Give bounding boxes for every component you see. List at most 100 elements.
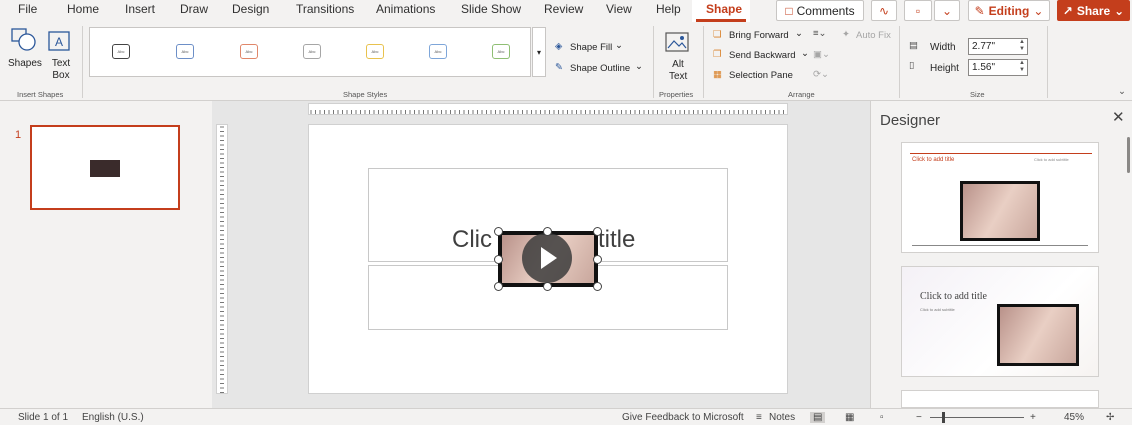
zoom-slider-thumb[interactable] (942, 412, 945, 423)
close-icon[interactable]: ✕ (1112, 108, 1125, 126)
send-backward-label: Send Backward (729, 50, 796, 61)
feedback-link[interactable]: Give Feedback to Microsoft (622, 412, 744, 423)
width-spinner-arrows[interactable]: ▲ ▼ (1019, 39, 1025, 53)
slide-sorter-icon[interactable]: ▦ (845, 412, 854, 423)
slide-count: Slide 1 of 1 (18, 412, 69, 423)
tab-review[interactable]: Review (544, 2, 583, 16)
chevron-down-icon: ⌄ (1033, 3, 1044, 18)
tab-design[interactable]: Design (232, 2, 269, 16)
design-idea-1[interactable]: Click to add title Click to add subtitle (901, 142, 1099, 253)
width-input[interactable]: 2.77" ▲ ▼ (968, 38, 1028, 55)
width-icon: ▤ (909, 40, 918, 51)
notes-button[interactable]: Notes (769, 412, 795, 423)
resize-handle-right[interactable] (593, 255, 602, 264)
tab-transitions[interactable]: Transitions (296, 2, 354, 16)
design-accent-line (910, 153, 1092, 154)
slide-thumbnail[interactable] (30, 125, 180, 210)
style-thumb-7[interactable]: Abc (492, 44, 510, 59)
share-button[interactable]: ↗ Share ⌄ (1057, 0, 1130, 21)
comments-label: Comments (796, 3, 855, 18)
shape-styles-gallery[interactable]: Abc Abc Abc Abc Abc Abc Abc (89, 27, 531, 77)
resize-handle-bottom-left[interactable] (494, 282, 503, 291)
size-group-label: Size (970, 90, 985, 99)
style-thumb-5[interactable]: Abc (366, 44, 384, 59)
chevron-down-icon[interactable]: ⌄ (1118, 86, 1126, 97)
design-1-title: Click to add title (912, 157, 955, 163)
style-thumb-4[interactable]: Abc (303, 44, 321, 59)
menu-bar: File Home Insert Draw Design Transitions… (0, 0, 1132, 22)
play-icon (541, 247, 557, 269)
selection-pane-icon: ▦ (713, 69, 722, 80)
width-value: 2.77" (972, 41, 996, 52)
chevron-down-icon: ⌄ (795, 28, 803, 39)
group-divider (1047, 26, 1048, 98)
send-backward-icon: ❐ (713, 49, 722, 60)
paint-bucket-icon: ◈ (555, 41, 563, 52)
design-footer-line (912, 245, 1088, 246)
textbox-icon: A (48, 31, 70, 51)
design-idea-3[interactable] (901, 390, 1099, 408)
design-2-video (997, 304, 1079, 366)
style-thumb-1[interactable]: Abc (112, 44, 130, 59)
editing-mode-button[interactable]: ✎ Editing ⌄ (968, 0, 1050, 21)
slide-number: 1 (15, 129, 22, 141)
group-objects-icon: ▣⌄ (813, 49, 830, 60)
group-divider (899, 26, 900, 98)
present-options-button[interactable]: ⌄ (934, 0, 960, 21)
resize-handle-top[interactable] (543, 227, 552, 236)
auto-fix-label: Auto Fix (856, 30, 891, 41)
tab-slide-show[interactable]: Slide Show (461, 2, 521, 16)
tab-file[interactable]: File (18, 2, 37, 16)
shapes-label: Shapes (8, 58, 42, 69)
bring-forward-label: Bring Forward (729, 30, 789, 41)
properties-group-label: Properties (659, 90, 694, 99)
tab-insert[interactable]: Insert (125, 2, 155, 16)
tab-animations[interactable]: Animations (376, 2, 435, 16)
activity-icon: ∿ (878, 3, 890, 18)
zoom-out-icon[interactable]: − (916, 412, 922, 423)
styles-more-button[interactable]: ▾ (532, 27, 546, 77)
height-input[interactable]: 1.56" ▲ ▼ (968, 59, 1028, 76)
chevron-down-icon: ⌄ (941, 3, 953, 18)
activity-button[interactable]: ∿ (871, 0, 897, 21)
language-indicator[interactable]: English (U.S.) (82, 412, 144, 423)
tab-draw[interactable]: Draw (180, 2, 208, 16)
alt-text-label: Alt Text (669, 59, 688, 82)
resize-handle-left[interactable] (494, 255, 503, 264)
designer-title: Designer (880, 112, 941, 129)
ribbon: Shapes A Text Box Insert Shapes Abc Abc … (0, 22, 1132, 101)
horizontal-ruler (308, 103, 788, 115)
resize-handle-bottom-right[interactable] (593, 282, 602, 291)
height-spinner-arrows[interactable]: ▲ ▼ (1019, 60, 1025, 74)
comments-button[interactable]: □ Comments (776, 0, 864, 21)
vertical-ruler (216, 124, 228, 394)
reading-view-icon[interactable]: ▫ (880, 412, 884, 423)
zoom-in-icon[interactable]: + (1030, 412, 1036, 423)
horizontal-ruler-ticks (310, 110, 784, 114)
design-1-video-frame (963, 184, 1037, 238)
tab-shape[interactable]: Shape (706, 2, 742, 16)
style-thumb-2[interactable]: Abc (176, 44, 194, 59)
normal-view-icon[interactable]: ▤ (810, 412, 826, 423)
designer-scrollbar[interactable] (1127, 137, 1130, 173)
style-thumb-6[interactable]: Abc (429, 44, 447, 59)
tab-help[interactable]: Help (656, 2, 681, 16)
design-idea-2[interactable]: Click to add title Click to add subtitle (901, 266, 1099, 377)
resize-handle-top-right[interactable] (593, 227, 602, 236)
rotate-icon: ⟳⌄ (813, 69, 829, 80)
chevron-down-icon: ⌄ (615, 40, 623, 51)
status-bar: Slide 1 of 1 English (U.S.) Give Feedbac… (0, 408, 1132, 425)
style-thumb-3[interactable]: Abc (240, 44, 258, 59)
align-icon[interactable]: ≡⌄ (813, 28, 827, 39)
resize-handle-top-left[interactable] (494, 227, 503, 236)
title-placeholder-text-end: title (598, 226, 636, 253)
bring-forward-icon: ❏ (713, 29, 722, 40)
zoom-level[interactable]: 45% (1064, 412, 1084, 423)
tab-view[interactable]: View (606, 2, 632, 16)
tab-home[interactable]: Home (67, 2, 99, 16)
present-button[interactable]: ▫ (904, 0, 932, 21)
height-icon: ▯ (909, 60, 915, 71)
fit-to-window-icon[interactable]: ✢ (1106, 412, 1114, 423)
resize-handle-bottom[interactable] (543, 282, 552, 291)
chevron-down-icon: ⌄ (801, 48, 809, 59)
